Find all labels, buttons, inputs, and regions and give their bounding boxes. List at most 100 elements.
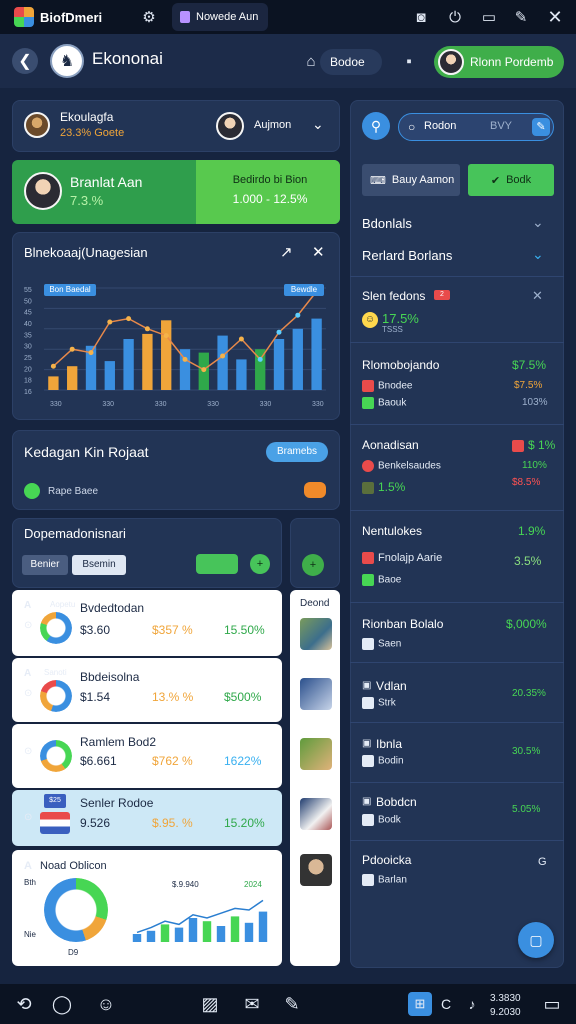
thumbnail-image[interactable]: [300, 618, 332, 650]
divider: [350, 342, 564, 343]
fab-button[interactable]: ▢: [518, 922, 554, 958]
search-icon: ○: [408, 120, 416, 134]
chevron-down-icon[interactable]: ⌄: [532, 214, 544, 231]
card-icon[interactable]: ▭: [478, 6, 500, 28]
orange-toggle[interactable]: [304, 482, 326, 498]
row-title[interactable]: Vdlan: [376, 679, 407, 693]
row-title[interactable]: Ibnla: [376, 737, 402, 751]
list-side-panel: [290, 518, 340, 588]
chevron-down-icon[interactable]: ⌄: [532, 246, 544, 263]
chart-bar: [273, 339, 285, 390]
section-sub: Rape Baee: [48, 486, 99, 497]
large-donut-icon: [44, 878, 108, 942]
item-sub: Sanoti: [44, 668, 67, 677]
thumbnail-image[interactable]: [300, 798, 332, 830]
row-title[interactable]: Rlomobojando: [362, 358, 439, 372]
list-action-button[interactable]: [196, 554, 238, 574]
brush-icon[interactable]: ✎: [280, 992, 304, 1016]
mini-chart-label-2: 2024: [244, 880, 262, 889]
row-v1: 110%: [522, 460, 547, 471]
close-filter-icon[interactable]: ✕: [532, 288, 543, 304]
mail-icon[interactable]: ✉: [240, 992, 264, 1016]
y-tick-label: 50: [24, 298, 32, 305]
mini-chart-bar: [146, 930, 156, 942]
promo-name: Branlat Aan: [70, 174, 143, 190]
right-button-2[interactable]: ✔ Bodk: [468, 164, 554, 196]
edit-icon[interactable]: ✎: [532, 118, 550, 136]
list-add-icon[interactable]: +: [250, 554, 270, 574]
row-value: $,000%: [506, 617, 547, 631]
chevron-down-icon[interactable]: ⌄: [312, 116, 324, 133]
list-tab-2[interactable]: Bsemin: [72, 555, 126, 575]
row-title[interactable]: Pdooicka: [362, 853, 411, 867]
thumbnail-image[interactable]: [300, 678, 332, 710]
partner-avatar: [216, 112, 244, 140]
status-dot-icon: [24, 483, 40, 499]
y-tick-label: 55: [24, 287, 32, 294]
close-chart-icon[interactable]: ✕: [312, 243, 325, 261]
side-add-icon[interactable]: +: [302, 554, 324, 576]
chart-point: [238, 336, 244, 342]
row-title[interactable]: Rionban Bolalo: [362, 617, 443, 631]
menu-item-2[interactable]: Rerlard Borlans: [362, 248, 452, 263]
back-button[interactable]: ❮: [12, 48, 38, 74]
store-icon[interactable]: ⊞: [408, 992, 432, 1016]
document-icon[interactable]: ▪: [398, 50, 420, 72]
start-icon[interactable]: ⟲: [12, 992, 36, 1016]
filter-badge: 2: [434, 290, 450, 300]
row-title[interactable]: Nentulokes: [362, 524, 422, 538]
app-tab[interactable]: BiofDmeri: [6, 3, 136, 31]
row-title[interactable]: Aonadisan: [362, 438, 419, 452]
list-tab-1[interactable]: Benier: [22, 555, 68, 575]
second-tab[interactable]: Nowede Aun: [172, 3, 268, 31]
x-tick-label: 330: [260, 401, 272, 408]
chat-bubble-icon[interactable]: ◯: [50, 992, 74, 1016]
expand-icon[interactable]: ↗: [280, 243, 293, 261]
row-line-1: Bnodee: [362, 380, 412, 392]
location-icon[interactable]: ⚲: [362, 112, 390, 140]
chart-bar: [311, 318, 322, 390]
row-v2: $8.5%: [512, 477, 541, 488]
item-label-4: D9: [68, 948, 79, 957]
c-icon[interactable]: C: [434, 992, 458, 1016]
row-v1: $7.5%: [514, 380, 543, 391]
filter-pct: 17.5%: [382, 311, 419, 326]
settings-icon[interactable]: ⚙: [138, 6, 160, 28]
menu-item-1[interactable]: Bdonlals: [362, 216, 412, 231]
divider: [350, 510, 564, 511]
y-tick-label: 25: [24, 355, 32, 362]
thumbnail-image[interactable]: [300, 738, 332, 770]
chart-point: [50, 363, 56, 369]
image-icon[interactable]: ▨: [198, 992, 222, 1016]
chart-point: [182, 356, 188, 362]
chart-bar: [161, 320, 172, 390]
thumbnail-image[interactable]: [300, 854, 332, 886]
pen-icon[interactable]: ✎: [510, 6, 532, 28]
close-icon[interactable]: ✕: [544, 6, 566, 28]
brand-logo-icon: ♞: [50, 44, 84, 78]
notification-icon[interactable]: ▭: [540, 992, 564, 1016]
camera-icon[interactable]: ◙: [410, 6, 432, 28]
user-pill[interactable]: Rlonn Pordemb: [434, 46, 564, 78]
header-pill[interactable]: Bodoe: [320, 49, 382, 75]
item-name: Senler Rodoe: [80, 796, 154, 810]
section-button[interactable]: Bramebs: [266, 442, 328, 462]
mini-chart-bar: [258, 911, 268, 942]
chart-title: Blnekoaaj(Unagesian: [24, 245, 148, 260]
power-icon[interactable]: ⏻: [444, 6, 466, 28]
row-line-1: Saen: [362, 638, 401, 650]
x-tick-label: 330: [155, 401, 167, 408]
search-input[interactable]: [398, 113, 554, 141]
row-line-1: Bodk: [362, 814, 401, 826]
row-title[interactable]: Bobdcn: [376, 795, 417, 809]
right-button-1[interactable]: ⌨ Bauy Aamon: [362, 164, 460, 196]
item-v2: 13.% %: [152, 690, 194, 704]
partner-name: Aujmon: [254, 119, 292, 131]
emoji-icon[interactable]: ☺: [94, 992, 118, 1016]
volume-icon[interactable]: ♪: [460, 992, 484, 1016]
home-icon[interactable]: ⌂: [300, 50, 322, 72]
page-title: Ekononai: [92, 49, 163, 68]
item-v1: 9.526: [80, 816, 111, 830]
item-v3: 15.20%: [224, 816, 265, 830]
donut-icon: [40, 740, 72, 772]
